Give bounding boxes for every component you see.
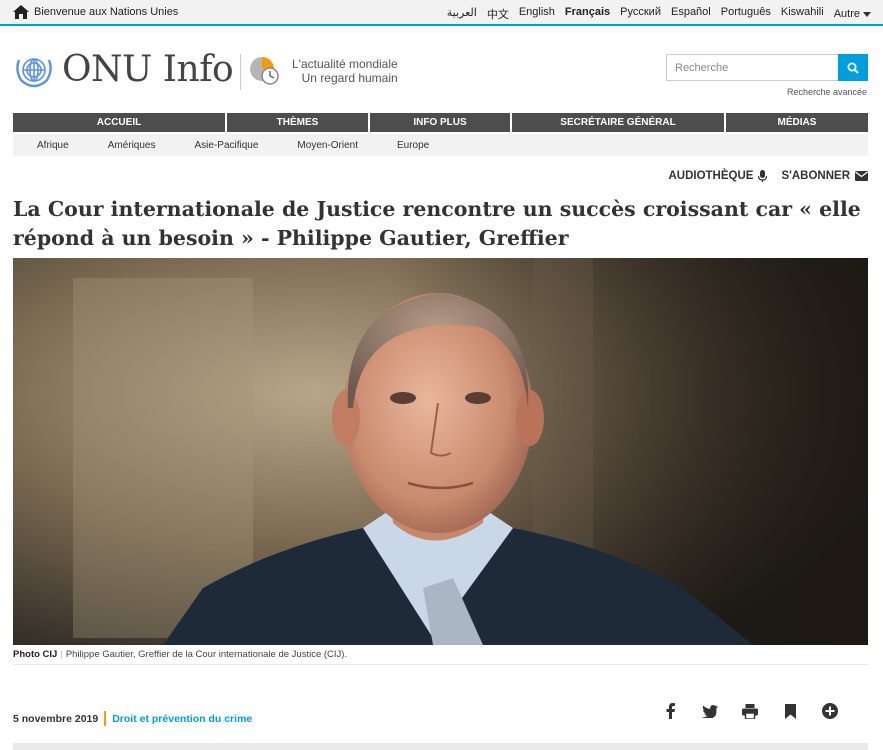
header-divider	[240, 54, 241, 90]
article-title: La Cour internationale de Justice rencon…	[13, 197, 861, 250]
welcome-link[interactable]: Bienvenue aux Nations Unies	[34, 6, 178, 18]
utility-toolbar: AUDIOTHÈQUE S'ABONNER	[668, 170, 868, 182]
region-europe[interactable]: Europe	[373, 140, 444, 151]
tagline-line-2: Un regard humain	[301, 71, 398, 85]
topic-accent-bar	[104, 711, 107, 726]
audio-library-link[interactable]: AUDIOTHÈQUE	[668, 170, 768, 182]
facebook-share-button[interactable]	[650, 701, 690, 721]
clock-globe-icon	[250, 57, 279, 85]
subscribe-link[interactable]: S'ABONNER	[781, 170, 868, 182]
envelope-icon	[855, 171, 868, 181]
lang-more-label: Autre	[833, 8, 860, 20]
microphone-icon	[758, 170, 768, 182]
caption-text: Philippe Gautier, Greffier de la Cour in…	[65, 649, 348, 660]
twitter-icon	[702, 704, 718, 718]
region-moyen-orient[interactable]: Moyen-Orient	[273, 140, 373, 151]
share-tools	[650, 701, 850, 721]
un-emblem-logo[interactable]	[13, 52, 55, 90]
photo-caption: Photo CIJ | Philippe Gautier, Greffier de …	[13, 649, 347, 660]
audio-label: AUDIOTHÈQUE	[668, 170, 754, 182]
content-below-fold	[13, 743, 868, 750]
nav-medias[interactable]: MÉDIAS	[726, 113, 868, 132]
nav-info-plus[interactable]: INFO PLUS	[370, 113, 512, 132]
nav-themes[interactable]: THÈMES	[227, 113, 370, 132]
lang-french[interactable]: Français	[565, 6, 610, 22]
tagline-line-1: L'actualité mondiale	[292, 57, 398, 71]
advanced-search-link[interactable]: Recherche avancée	[787, 87, 867, 97]
nav-accueil[interactable]: ACCUEIL	[13, 113, 227, 132]
search-input[interactable]: Recherche	[666, 54, 839, 81]
photo-credit: Photo CIJ	[13, 649, 58, 660]
facebook-icon	[666, 703, 675, 719]
more-share-button[interactable]	[810, 701, 850, 721]
article-photo	[13, 258, 868, 645]
subscribe-label: S'ABONNER	[781, 170, 850, 182]
lang-spanish[interactable]: Español	[671, 6, 711, 22]
region-navigation: Afrique Amériques Asie-Pacifique Moyen-O…	[13, 134, 868, 156]
region-afrique[interactable]: Afrique	[13, 140, 84, 151]
site-brand[interactable]: ONU Info	[62, 50, 234, 90]
lang-english[interactable]: English	[519, 6, 555, 22]
search-button[interactable]	[838, 54, 868, 81]
caption-divider	[13, 664, 868, 665]
print-icon	[742, 703, 758, 719]
language-selector: العربية 中文 English Français Русский Espa…	[447, 6, 871, 22]
main-navigation: ACCUEIL THÈMES INFO PLUS SECRÉTAIRE GÉNÉ…	[13, 113, 868, 132]
print-button[interactable]	[730, 701, 770, 721]
lang-arabic[interactable]: العربية	[447, 6, 477, 22]
caption-separator: |	[60, 649, 63, 660]
bookmark-button[interactable]	[770, 701, 810, 721]
home-icon[interactable]	[13, 5, 29, 19]
twitter-share-button[interactable]	[690, 701, 730, 721]
lang-kiswahili[interactable]: Kiswahili	[781, 6, 824, 22]
lang-portuguese[interactable]: Português	[721, 6, 771, 22]
article-meta: 5 novembre 2019 Droit et prévention du c…	[13, 711, 252, 726]
nav-secretaire-general[interactable]: SECRÉTAIRE GÉNÉRAL	[512, 113, 726, 132]
region-asie-pacifique[interactable]: Asie-Pacifique	[171, 140, 274, 151]
article-date: 5 novembre 2019	[13, 712, 99, 725]
lang-russian[interactable]: Русский	[620, 6, 661, 22]
article-topic-link[interactable]: Droit et prévention du crime	[112, 713, 252, 725]
tagline: L'actualité mondiale Un regard humain	[292, 57, 398, 85]
lang-chinese[interactable]: 中文	[487, 6, 509, 22]
top-bar: Bienvenue aux Nations Unies العربية 中文 E…	[0, 0, 883, 26]
region-ameriques[interactable]: Amériques	[84, 140, 171, 151]
chevron-down-icon	[863, 11, 871, 17]
bookmark-icon	[784, 703, 796, 719]
search-icon	[847, 62, 859, 74]
plus-circle-icon	[822, 703, 838, 719]
lang-more-dropdown[interactable]: Autre	[834, 6, 871, 22]
